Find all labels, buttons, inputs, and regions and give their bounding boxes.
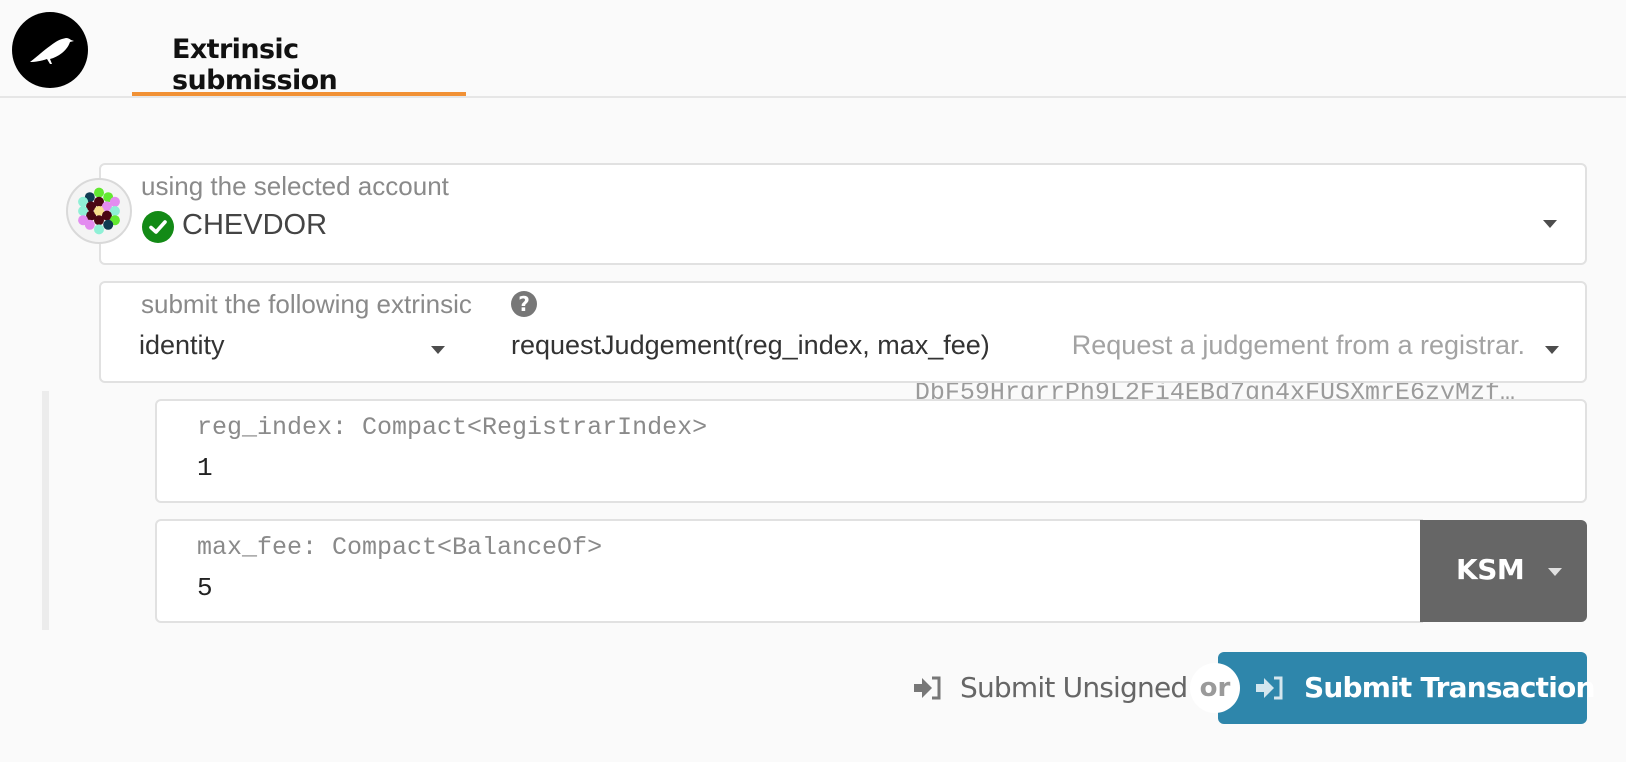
extrinsic-selector: submit the following extrinsic ? identit… (99, 281, 1587, 383)
param-label: max_fee: Compact<BalanceOf> (197, 533, 603, 562)
method-value: requestJudgement(reg_index, max_fee) (511, 330, 990, 360)
chevron-down-icon[interactable] (1543, 220, 1557, 228)
param-label: reg_index: Compact<RegistrarIndex> (197, 413, 708, 442)
params-indent-bar (42, 391, 49, 630)
method-description: Request a judgement from a registrar. (1071, 330, 1525, 360)
unit-label: KSM (1456, 553, 1525, 586)
identicon-dot (94, 224, 104, 235)
identicon-dot (84, 219, 95, 230)
submit-unsigned-label: Submit Unsigned (960, 671, 1188, 704)
identicon-avatar (66, 178, 132, 244)
account-selector-label: using the selected account (141, 171, 449, 201)
module-dropdown[interactable]: identity (139, 327, 459, 371)
identicon-dot (109, 196, 120, 207)
unit-dropdown[interactable]: KSM (1420, 520, 1587, 622)
submit-transaction-button[interactable]: Submit Transaction (1218, 652, 1595, 724)
or-label: or (1199, 673, 1231, 703)
or-divider: or (1190, 663, 1240, 713)
identicon-dot (94, 187, 104, 198)
extrinsic-label: submit the following extrinsic (141, 289, 472, 319)
question-circle-icon[interactable]: ? (511, 291, 537, 317)
kusama-bird-logo-icon[interactable] (12, 12, 88, 88)
param-max-fee[interactable]: max_fee: Compact<BalanceOf> 5 (155, 519, 1423, 623)
chevron-down-icon (1548, 568, 1562, 576)
param-input[interactable]: 1 (197, 453, 213, 483)
submit-unsigned-button[interactable]: Submit Unsigned (910, 668, 1188, 708)
identicon-dot (103, 219, 114, 230)
method-dropdown[interactable]: requestJudgement(reg_index, max_fee) Req… (511, 327, 1587, 371)
chevron-down-icon (431, 346, 445, 354)
tab-label: Extrinsic submission (172, 34, 338, 96)
check-circle-icon (142, 211, 174, 243)
sign-in-icon (914, 676, 941, 700)
param-input[interactable]: 5 (197, 573, 213, 603)
account-name: CHEVDOR (182, 209, 328, 241)
sign-in-icon (1256, 676, 1283, 700)
submit-transaction-label: Submit Transaction (1304, 671, 1595, 704)
chevron-down-icon (1545, 346, 1559, 354)
param-reg-index[interactable]: reg_index: Compact<RegistrarIndex> 1 (155, 399, 1587, 503)
tab-extrinsic-submission[interactable]: Extrinsic submission (132, 0, 466, 96)
module-value: identity (139, 330, 225, 360)
